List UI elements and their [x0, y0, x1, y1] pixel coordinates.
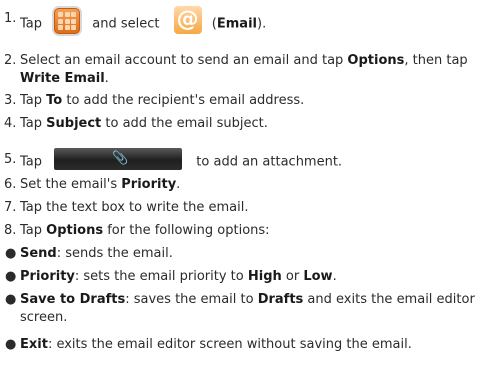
- step-number: 8.: [4, 223, 17, 238]
- paperclip-icon: 📎: [112, 151, 129, 166]
- option-text: : sends the email.: [56, 246, 173, 261]
- step-text: , then tap: [404, 53, 468, 68]
- step-number: 4.: [4, 116, 17, 131]
- step-number: 7.: [4, 200, 17, 215]
- step-text: to add an attachment.: [196, 154, 343, 170]
- step-keyword: Options: [46, 223, 104, 238]
- step-text: Tap: [20, 93, 47, 108]
- step-keyword: Priority: [121, 177, 177, 192]
- option-text: .: [332, 269, 337, 284]
- step-text: Tap: [20, 16, 43, 32]
- step-keyword: Subject: [46, 116, 102, 131]
- step-text: .: [176, 177, 181, 192]
- option-text: : saves the email to: [125, 292, 258, 307]
- step-text: Tap the text box to write the email.: [20, 200, 249, 215]
- email-at-icon: @: [173, 6, 202, 34]
- option-keyword: Save to Drafts: [20, 292, 126, 307]
- step-number: 2.: [4, 53, 17, 68]
- step-text: ).: [257, 16, 267, 32]
- app-grid-icon: [54, 8, 81, 34]
- step-keyword: Options: [347, 53, 405, 68]
- step-number: 5.: [4, 152, 17, 167]
- step-keyword: Write Email: [20, 71, 105, 86]
- step-text: for the following options:: [103, 223, 270, 238]
- step-text: to add the email subject.: [101, 116, 268, 131]
- step-text: Set the email's: [20, 177, 122, 192]
- step-text: and select: [92, 16, 160, 32]
- option-keyword: Send: [20, 246, 57, 261]
- step-text: to add the recipient's email address.: [62, 93, 305, 108]
- bullet: ●: [5, 269, 17, 284]
- bullet: ●: [5, 292, 17, 307]
- step-number: 3.: [4, 93, 17, 108]
- bullet: ●: [5, 246, 17, 261]
- option-text: : exits the email editor screen without …: [47, 337, 412, 352]
- step-text: .: [104, 71, 109, 86]
- option-keyword: High: [247, 269, 282, 284]
- option-keyword: Drafts: [257, 292, 304, 307]
- step-keyword: Email: [216, 16, 257, 32]
- attach-button-image: 📎: [54, 148, 183, 170]
- option-keyword: Priority: [20, 269, 75, 284]
- step-number: 6.: [4, 177, 17, 192]
- step-keyword: To: [46, 93, 63, 108]
- option-keyword: Exit: [20, 337, 48, 352]
- step-text: Select an email account to send an email…: [20, 53, 348, 68]
- option-text: or: [281, 269, 304, 284]
- option-text: : sets the email priority to: [74, 269, 248, 284]
- step-text: Tap: [20, 223, 47, 238]
- step-text: Tap: [20, 116, 47, 131]
- step-number: 1.: [4, 11, 17, 26]
- option-keyword: Low: [303, 269, 333, 284]
- bullet: ●: [5, 337, 17, 352]
- step-text: Tap: [20, 154, 43, 170]
